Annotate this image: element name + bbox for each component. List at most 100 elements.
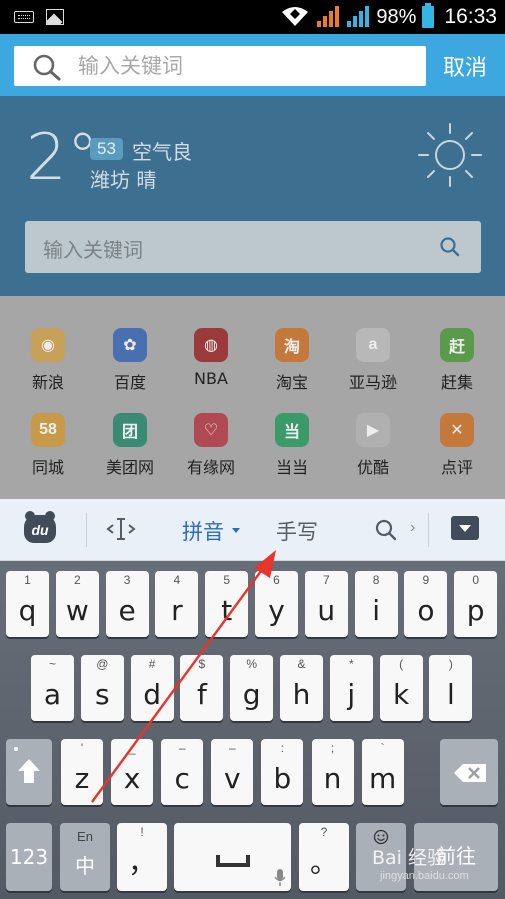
key-t[interactable]: 5t (205, 571, 249, 637)
key-hint: ( (399, 657, 404, 671)
key-l[interactable]: ) l (429, 655, 473, 721)
key-hint: ) (448, 657, 453, 671)
key-label: s (95, 678, 110, 711)
key-n[interactable]: ; n (311, 739, 354, 805)
key-p[interactable]: 0p (454, 571, 498, 637)
keyboard-notification-icon (14, 11, 34, 23)
language-label: 中 (75, 854, 95, 878)
space-key[interactable] (174, 823, 291, 891)
key-q[interactable]: 1q (6, 571, 49, 637)
more-arrow-icon[interactable]: › (410, 519, 415, 537)
dropdown-arrow-icon (232, 528, 240, 533)
status-bar: 98% 16:33 (0, 0, 505, 34)
app-shortcut[interactable]: ◉ 新浪 (18, 328, 78, 393)
app-shortcut[interactable]: ▶ 优酷 (343, 413, 403, 478)
key-hint: 5 (223, 573, 231, 587)
key-j[interactable]: * j (329, 655, 373, 721)
app-shortcut[interactable]: 淘淘宝 (262, 328, 322, 393)
key-label: r (171, 594, 183, 627)
key-f[interactable]: $ f (180, 655, 224, 721)
app-icon: ◍ (194, 328, 228, 362)
transfer-icon (282, 7, 309, 26)
key-a[interactable]: ~ a (31, 655, 74, 721)
app-icon: ♡ (194, 413, 228, 447)
key-label: a (43, 678, 62, 711)
shift-key[interactable] (6, 739, 52, 805)
cancel-button[interactable]: 取消 (443, 50, 487, 82)
backspace-key[interactable] (440, 739, 498, 805)
weather-panel[interactable]: 2° 53 空气良 潍坊 晴 输入关键词 (0, 96, 505, 296)
key-hint: _ (128, 741, 136, 755)
app-shortcut[interactable]: ♡ 有缘网 (181, 413, 241, 478)
key-hint: ` (380, 741, 385, 755)
key-r[interactable]: 4r (155, 571, 199, 637)
key-k[interactable]: (k (379, 655, 423, 721)
key-o[interactable]: 9o (404, 571, 448, 637)
key-hint: ; (330, 741, 335, 755)
key-d[interactable]: # d (130, 655, 174, 721)
key-label: o (417, 594, 435, 627)
key-e[interactable]: 3e (105, 571, 149, 637)
search-icon[interactable] (439, 236, 461, 258)
app-shortcut[interactable]: ✿ 百度 (100, 328, 160, 393)
key-w[interactable]: 2w (55, 571, 99, 637)
app-icon: 当 (275, 413, 309, 447)
key-hint: – (228, 741, 236, 755)
key-label: l (447, 678, 455, 711)
key-s[interactable]: @ s (80, 655, 124, 721)
key-v[interactable]: – v (211, 739, 254, 805)
key-hint: 8 (372, 573, 380, 587)
app-label: 优酷 (356, 458, 389, 477)
key-y[interactable]: 6y (255, 571, 298, 637)
app-shortcut[interactable]: ✕ 点评 (427, 413, 487, 478)
page-search-box[interactable]: 输入关键词 (25, 221, 481, 273)
key-label: k (392, 678, 410, 711)
app-shortcut[interactable]: 当当当 (262, 413, 322, 478)
hide-keyboard-icon[interactable] (451, 516, 479, 540)
key-label: j (347, 678, 356, 711)
app-shortcut[interactable]: 团美团网 (100, 413, 160, 478)
key-b[interactable]: :b (261, 739, 304, 805)
key-m[interactable]: ` m (361, 739, 404, 805)
pinyin-mode-button[interactable]: 拼音 (182, 516, 224, 546)
search-input[interactable] (78, 51, 408, 81)
key-i[interactable]: 8i (354, 571, 398, 637)
handwriting-mode-button[interactable]: 手写 (276, 516, 318, 546)
key-label: z (74, 762, 90, 795)
comma-label: ， (127, 846, 156, 879)
mobile-signal-icon (317, 6, 340, 27)
search-box[interactable] (14, 46, 426, 86)
key-h[interactable]: & h (280, 655, 323, 721)
key-c[interactable]: – c (161, 739, 204, 805)
key-x[interactable]: _ x (111, 739, 154, 805)
aqi-badge: 53 (90, 138, 123, 160)
search-icon[interactable] (374, 518, 398, 542)
key-label: w (65, 594, 89, 627)
app-shortcut[interactable]: 赶赶集 (427, 328, 487, 393)
app-icon: ✕ (440, 413, 474, 447)
period-key[interactable]: ? 。 (299, 823, 349, 891)
language-switch-key[interactable]: En 中 (60, 823, 110, 891)
key-hint: ~ (48, 657, 56, 671)
battery-percent: 98% (376, 5, 417, 28)
cursor-move-icon[interactable] (106, 517, 136, 541)
microphone-icon[interactable] (274, 869, 286, 887)
comma-hint: ! (140, 825, 144, 839)
language-hint: En (77, 829, 93, 844)
ime-toolbar: du 拼音 手写 › (0, 499, 505, 561)
app-icon: 淘 (275, 328, 309, 362)
baidu-ime-logo-icon[interactable]: du (24, 511, 56, 543)
key-hint: % (246, 657, 258, 671)
divider (428, 513, 429, 547)
key-u[interactable]: 7u (304, 571, 348, 637)
comma-key[interactable]: ! ， (117, 823, 167, 891)
search-header: 取消 (0, 34, 505, 96)
app-shortcut[interactable]: ◍ NBA (181, 328, 241, 388)
app-shortcut[interactable]: a 亚马逊 (343, 328, 403, 393)
number-mode-key[interactable]: 123 (6, 823, 52, 891)
app-shortcut[interactable]: 58 同城 (18, 413, 78, 478)
app-label: 同城 (31, 458, 64, 477)
key-g[interactable]: % g (230, 655, 274, 721)
key-z[interactable]: ' z (61, 739, 103, 805)
key-hint: 0 (472, 573, 480, 587)
